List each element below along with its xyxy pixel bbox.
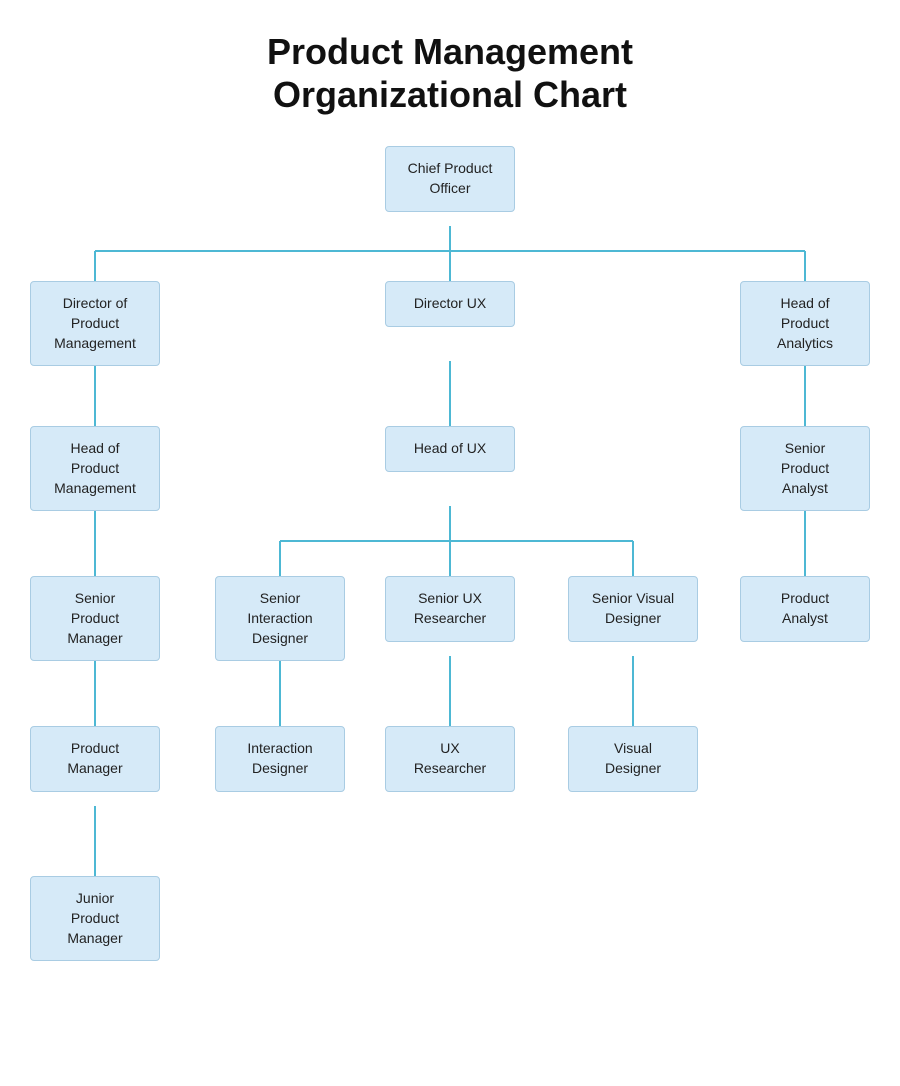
node-jpm: Junior Product Manager — [30, 876, 160, 961]
node-id: Interaction Designer — [215, 726, 345, 791]
node-cpo: Chief Product Officer — [385, 146, 515, 211]
node-svd: Senior Visual Designer — [568, 576, 698, 641]
page-title: Product Management Organizational Chart — [267, 30, 633, 116]
node-vd: Visual Designer — [568, 726, 698, 791]
node-dux: Director UX — [385, 281, 515, 327]
node-hux: Head of UX — [385, 426, 515, 472]
node-uxr: UX Researcher — [385, 726, 515, 791]
node-spm: Senior Product Manager — [30, 576, 160, 661]
node-hpa: Head of Product Analytics — [740, 281, 870, 366]
node-spa: Senior Product Analyst — [740, 426, 870, 511]
node-dpm: Director of Product Management — [30, 281, 160, 366]
node-sur: Senior UX Researcher — [385, 576, 515, 641]
node-pa: Product Analyst — [740, 576, 870, 641]
node-hpm: Head of Product Management — [30, 426, 160, 511]
node-pm: Product Manager — [30, 726, 160, 791]
org-chart: Chief Product Officer Director of Produc… — [20, 146, 880, 1046]
node-sid: Senior Interaction Designer — [215, 576, 345, 661]
